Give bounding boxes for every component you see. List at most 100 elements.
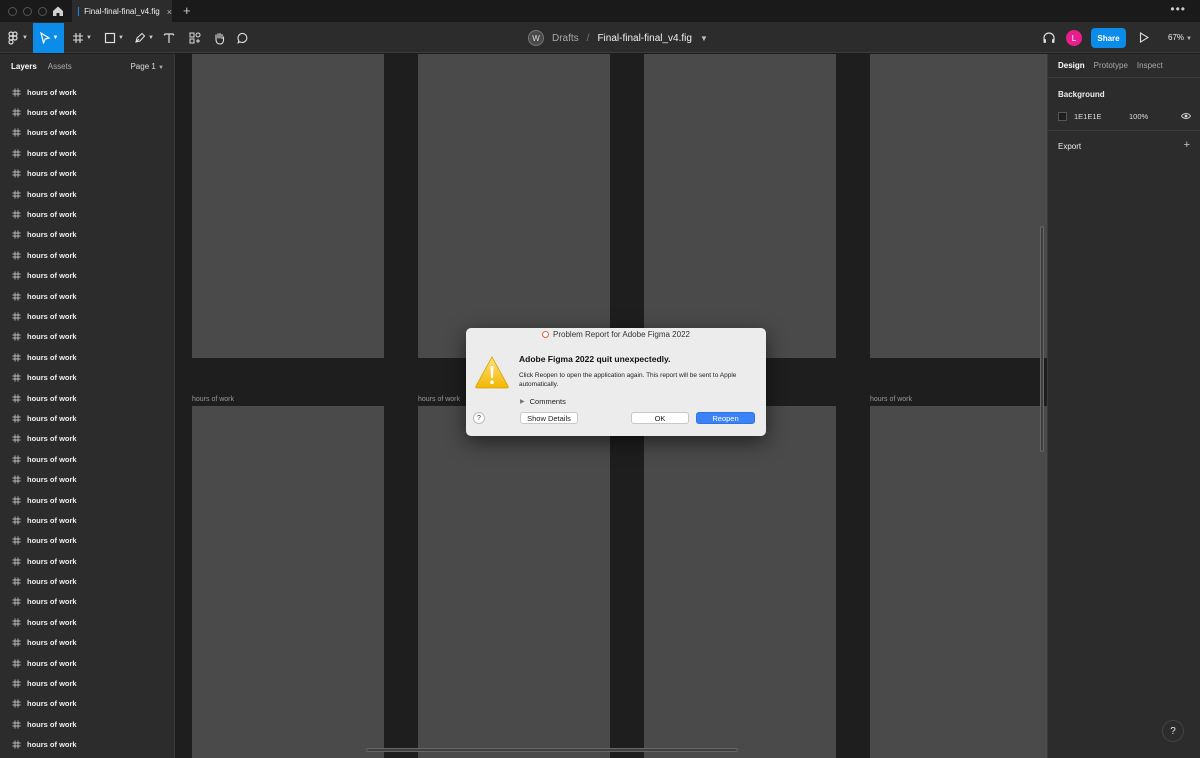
- background-opacity-field[interactable]: 100%: [1129, 112, 1148, 121]
- present-play-icon[interactable]: [1139, 32, 1149, 43]
- layer-item[interactable]: hours of work: [0, 245, 175, 265]
- layer-item[interactable]: hours of work: [0, 225, 175, 245]
- layers-panel: Layers Assets Page 1 ▼ hours of work hour…: [0, 54, 175, 758]
- frame[interactable]: [192, 406, 384, 758]
- frame-label[interactable]: hours of work: [192, 396, 234, 403]
- comment-icon: [237, 32, 248, 44]
- layer-item[interactable]: hours of work: [0, 123, 175, 143]
- layer-item[interactable]: hours of work: [0, 735, 175, 755]
- layer-item[interactable]: hours of work: [0, 184, 175, 204]
- horizontal-scrollbar[interactable]: [366, 748, 738, 752]
- layer-item[interactable]: hours of work: [0, 347, 175, 367]
- text-tool-button[interactable]: [160, 23, 178, 53]
- layer-item[interactable]: hours of work: [0, 388, 175, 408]
- layer-item[interactable]: hours of work: [0, 571, 175, 591]
- layer-item[interactable]: hours of work: [0, 429, 175, 449]
- more-options-icon[interactable]: •••: [1170, 2, 1186, 16]
- shape-tool-button[interactable]: ▼: [100, 23, 128, 53]
- resources-button[interactable]: [186, 23, 204, 53]
- layer-label: hours of work: [27, 250, 77, 260]
- layer-item[interactable]: hours of work: [0, 143, 175, 163]
- dialog-help-button[interactable]: ?: [473, 412, 485, 424]
- workspace-avatar[interactable]: W: [528, 30, 544, 46]
- frame[interactable]: [192, 54, 384, 358]
- tab-file[interactable]: Final-final-final_v4.fig ×: [72, 0, 172, 23]
- frame-tool-button[interactable]: ▼: [68, 23, 96, 53]
- home-icon[interactable]: [50, 3, 66, 19]
- pen-tool-button[interactable]: ▼: [130, 23, 158, 53]
- layer-item[interactable]: hours of work: [0, 673, 175, 693]
- layer-item[interactable]: hours of work: [0, 469, 175, 489]
- tab-assets[interactable]: Assets: [48, 62, 72, 71]
- frame-icon: [12, 720, 21, 729]
- zoom-window-button[interactable]: [38, 7, 47, 16]
- frame[interactable]: [418, 54, 610, 358]
- vertical-scrollbar[interactable]: [1040, 226, 1044, 452]
- zoom-level[interactable]: 67% ▼: [1168, 33, 1192, 42]
- share-button[interactable]: Share: [1091, 28, 1126, 48]
- background-hex-field[interactable]: 1E1E1E: [1074, 112, 1129, 121]
- tab-design[interactable]: Design: [1058, 61, 1085, 70]
- new-tab-icon[interactable]: +: [183, 3, 191, 18]
- color-swatch[interactable]: [1058, 111, 1067, 121]
- avatar[interactable]: L: [1066, 30, 1082, 46]
- tab-inspect[interactable]: Inspect: [1137, 61, 1163, 70]
- layer-item[interactable]: hours of work: [0, 82, 175, 102]
- frame[interactable]: [644, 406, 836, 758]
- app-icon: [542, 331, 550, 338]
- layer-item[interactable]: hours of work: [0, 449, 175, 469]
- layer-item[interactable]: hours of work: [0, 327, 175, 347]
- audio-headset-icon[interactable]: [1042, 31, 1056, 45]
- minimize-window-button[interactable]: [23, 7, 32, 16]
- layer-item[interactable]: hours of work: [0, 714, 175, 734]
- add-export-icon[interactable]: +: [1184, 139, 1190, 151]
- close-window-button[interactable]: [8, 7, 17, 16]
- frame[interactable]: [870, 406, 1047, 758]
- frame-label[interactable]: hours of work: [870, 396, 912, 403]
- layer-item[interactable]: hours of work: [0, 204, 175, 224]
- comments-disclosure[interactable]: ▶ Comments: [520, 397, 566, 406]
- frame-icon: [12, 394, 21, 403]
- layer-item[interactable]: hours of work: [0, 612, 175, 632]
- frame-icon: [12, 149, 21, 158]
- layer-item[interactable]: hours of work: [0, 490, 175, 510]
- show-details-button[interactable]: Show Details: [520, 412, 578, 424]
- layer-item[interactable]: hours of work: [0, 102, 175, 122]
- frame[interactable]: [644, 54, 836, 358]
- page-selector[interactable]: Page 1 ▼: [130, 62, 164, 71]
- layer-item[interactable]: hours of work: [0, 408, 175, 428]
- tab-close-icon[interactable]: ×: [167, 7, 172, 17]
- layer-item[interactable]: hours of work: [0, 694, 175, 714]
- ok-button[interactable]: OK: [631, 412, 689, 424]
- layer-item[interactable]: hours of work: [0, 551, 175, 571]
- layer-item[interactable]: hours of work: [0, 633, 175, 653]
- chevron-down-icon[interactable]: ▼: [700, 34, 708, 43]
- file-name[interactable]: Final-final-final_v4.fig: [597, 33, 692, 44]
- layer-item[interactable]: hours of work: [0, 266, 175, 286]
- comment-tool-button[interactable]: [234, 23, 252, 53]
- layer-item[interactable]: hours of work: [0, 367, 175, 387]
- layer-item[interactable]: hours of work: [0, 286, 175, 306]
- breadcrumb-drafts-link[interactable]: Drafts: [552, 33, 579, 44]
- chevron-down-icon: ▼: [148, 35, 154, 41]
- layer-item[interactable]: hours of work: [0, 510, 175, 530]
- frame-label[interactable]: hours of work: [418, 396, 460, 403]
- frame[interactable]: [418, 406, 610, 758]
- eye-icon[interactable]: [1181, 112, 1191, 120]
- tab-layers[interactable]: Layers: [11, 62, 37, 71]
- layer-item[interactable]: hours of work: [0, 306, 175, 326]
- move-tool-button[interactable]: ▼: [33, 23, 64, 53]
- layer-item[interactable]: hours of work: [0, 653, 175, 673]
- reopen-button[interactable]: Reopen: [696, 412, 755, 424]
- main-menu-button[interactable]: ▼: [4, 23, 32, 53]
- frame[interactable]: [870, 54, 1047, 358]
- layer-item[interactable]: hours of work: [0, 531, 175, 551]
- frame-icon: [12, 516, 21, 525]
- hand-tool-button[interactable]: [210, 23, 228, 53]
- tab-prototype[interactable]: Prototype: [1094, 61, 1128, 70]
- frame-icon: [12, 659, 21, 668]
- layer-item[interactable]: hours of work: [0, 592, 175, 612]
- help-button[interactable]: ?: [1162, 720, 1184, 742]
- breadcrumb: W Drafts / Final-final-final_v4.fig ▼: [528, 29, 708, 47]
- layer-item[interactable]: hours of work: [0, 164, 175, 184]
